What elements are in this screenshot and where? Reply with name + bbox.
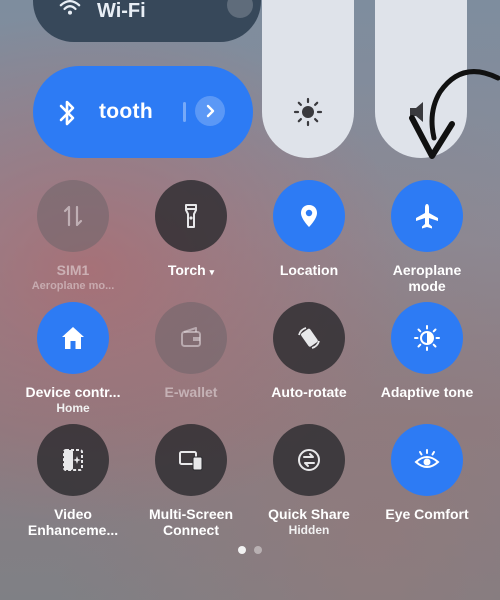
tile-sublabel: Home [56,401,90,415]
tile-label: Torch ▾ [132,262,250,280]
tile-label: Eye Comfort [385,506,469,522]
tile-label: E-wallet [164,384,218,400]
tile-sim1[interactable]: SIM1 Aeroplane mo... [14,180,132,294]
tile-label: Adaptive tone [380,384,474,400]
tile-label: Auto-rotate [271,384,347,400]
multi-screen-connect-button[interactable] [155,424,227,496]
page-indicator [238,546,262,554]
tile-e-wallet[interactable]: E-wallet [132,302,250,400]
device-control-button[interactable] [37,302,109,374]
flashlight-icon [185,204,197,228]
home-icon [62,327,84,349]
dropdown-caret-icon: ▾ [209,267,215,277]
video-enhance-icon [63,449,83,471]
eye-comfort-icon [414,449,440,468]
tile-label: Multi-Screen Connect [148,506,233,538]
page-dot[interactable] [254,546,262,554]
bluetooth-toggle[interactable]: tooth [33,66,253,158]
tile-video-enhancement[interactable]: Video Enhanceme... [14,424,132,538]
bluetooth-divider [183,102,186,122]
tile-sublabel: Hidden [288,523,330,537]
tile-multi-screen-connect[interactable]: Multi-Screen Connect [132,424,250,538]
location-pin-icon [301,205,317,227]
wifi-icon [59,0,81,15]
tile-eye-comfort[interactable]: Eye Comfort [368,424,486,522]
bluetooth-expand-button[interactable] [195,96,225,126]
torch-button[interactable] [155,180,227,252]
chevron-right-icon [206,104,215,118]
video-enhancement-button[interactable] [37,424,109,496]
quick-share-button[interactable] [273,424,345,496]
tile-label: Video Enhanceme... [27,506,119,538]
aeroplane-mode-button[interactable] [391,180,463,252]
curved-arrow-icon [409,69,500,159]
tile-label: Aeroplane mode [392,262,462,294]
tile-device-control[interactable]: Device contr... Home [14,302,132,416]
mobile-data-icon [63,205,83,227]
quick-share-icon [298,449,320,471]
e-wallet-button[interactable] [155,302,227,374]
wallet-icon [181,327,201,347]
tile-torch[interactable]: Torch ▾ [132,180,250,280]
wifi-label: Wi-Fi [97,0,146,22]
tile-label: SIM1 [56,262,90,278]
tile-location[interactable]: Location [250,180,368,278]
bluetooth-icon [59,100,75,126]
tile-quick-share[interactable]: Quick Share Hidden [250,424,368,538]
tile-label: Device contr... [25,384,121,400]
brightness-slider[interactable] [262,0,354,158]
tile-aeroplane-mode[interactable]: Aeroplane mode [368,180,486,294]
sim1-button[interactable] [37,180,109,252]
location-button[interactable] [273,180,345,252]
bluetooth-label: tooth [99,100,153,123]
tile-sublabel: Aeroplane mo... [31,280,115,292]
adaptive-tone-button[interactable] [391,302,463,374]
multi-screen-icon [179,451,203,471]
adaptive-tone-icon [414,325,440,351]
wifi-expand-button[interactable] [227,0,253,18]
page-dot-active [238,546,246,554]
tile-adaptive-tone[interactable]: Adaptive tone [368,302,486,400]
tile-label: Quick Share [268,506,350,522]
torch-label: Torch [167,262,206,278]
airplane-icon [416,204,438,229]
tile-auto-rotate[interactable]: Auto-rotate [250,302,368,400]
eye-comfort-button[interactable] [391,424,463,496]
brightness-icon [293,97,323,127]
auto-rotate-button[interactable] [273,302,345,374]
auto-rotate-icon [298,327,320,349]
wifi-toggle[interactable]: Wi-Fi [33,0,261,42]
tile-label: Location [279,262,339,278]
